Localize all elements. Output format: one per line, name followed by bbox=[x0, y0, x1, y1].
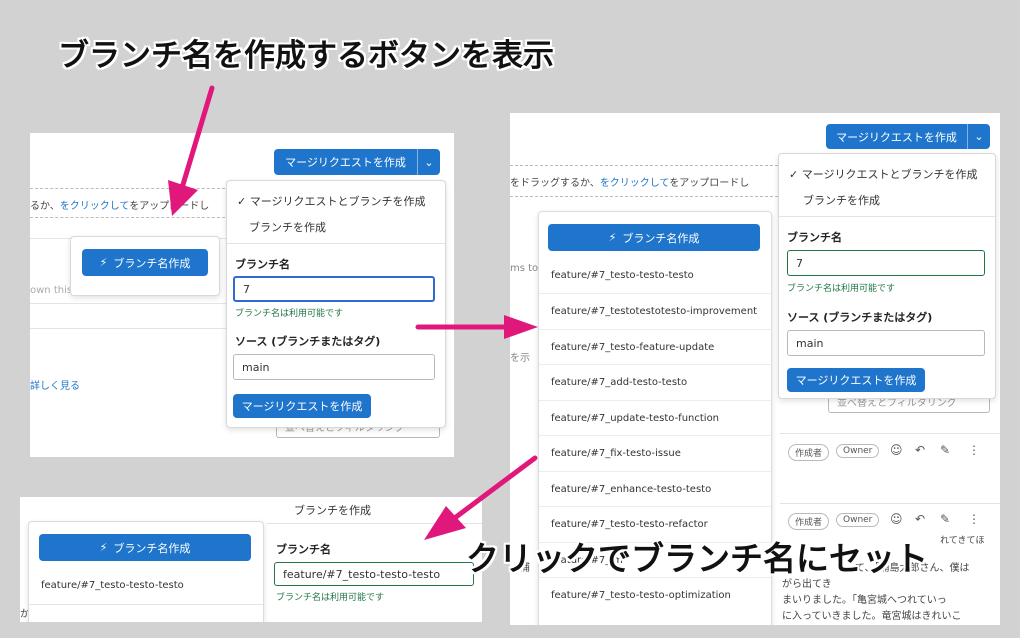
arrow-down-left-icon bbox=[424, 455, 538, 540]
arrows-overlay bbox=[168, 85, 538, 540]
arrow-down-icon bbox=[168, 85, 215, 216]
arrow-right-icon bbox=[415, 315, 538, 339]
